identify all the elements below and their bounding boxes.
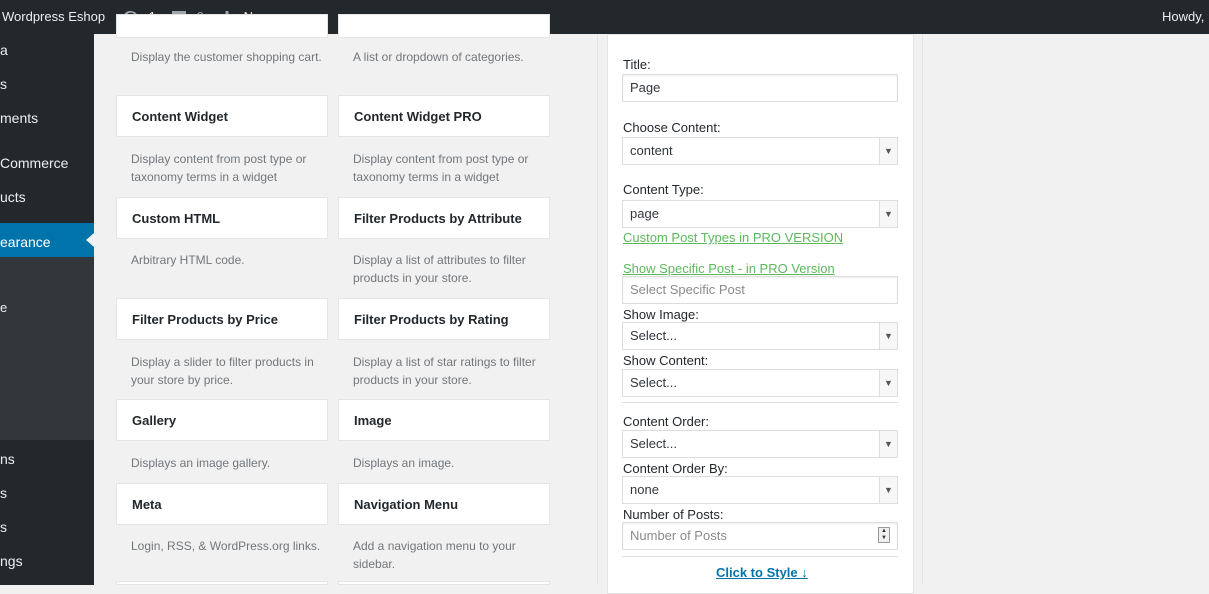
widget-description: Add a navigation menu to your sidebar. [353, 539, 516, 571]
specific-post-input[interactable]: Select Specific Post [622, 276, 898, 304]
chevron-down-icon: ▼ [879, 370, 897, 396]
submenu-background [0, 256, 94, 440]
sidebar-item-appearance[interactable]: earance [0, 233, 94, 251]
howdy-user[interactable]: Howdy, [1162, 0, 1204, 34]
sidebar-item-products[interactable]: ucts [0, 188, 94, 206]
show-image-select[interactable]: Select... ▼ [622, 322, 898, 350]
sidebar-item-pages[interactable]: s [0, 75, 94, 93]
widget-image[interactable]: Image [338, 399, 550, 441]
widget-description: Display a list of star ratings to filter… [353, 355, 536, 387]
panel-edge [922, 34, 923, 585]
spinner-up-icon[interactable]: ▲ [879, 528, 889, 535]
widget-description: Login, RSS, & WordPress.org links. [131, 539, 321, 553]
content-type-select[interactable]: page ▼ [622, 200, 898, 228]
widget-card-partial[interactable] [338, 581, 550, 585]
spinner-down-icon[interactable]: ▼ [879, 535, 889, 542]
choose-content-select[interactable]: content ▼ [622, 137, 898, 165]
widget-description: Display a slider to filter products in y… [131, 355, 314, 387]
site-name-link[interactable]: Wordpress Eshop [2, 0, 105, 34]
show-content-value: Select... [630, 375, 677, 390]
admin-sidebar: a s ments Commerce ucts earance e ns s s… [0, 34, 94, 585]
chevron-down-icon: ▼ [879, 201, 897, 227]
widget-meta[interactable]: Meta [116, 483, 328, 525]
chevron-down-icon: ▼ [879, 323, 897, 349]
content-order-select[interactable]: Select... ▼ [622, 430, 898, 458]
sidebar-item-media[interactable]: a [0, 41, 94, 59]
chevron-down-icon: ▼ [879, 431, 897, 457]
num-posts-label: Number of Posts: [623, 507, 724, 522]
widget-description: Display content from post type or taxono… [131, 152, 307, 184]
sidebar-item-comments[interactable]: ments [0, 109, 94, 127]
widget-description: Displays an image gallery. [131, 456, 271, 470]
widget-description: Display a list of attributes to filter p… [353, 253, 526, 285]
widget-card-partial[interactable] [338, 14, 550, 38]
widget-navigation-menu[interactable]: Navigation Menu [338, 483, 550, 525]
num-posts-input[interactable]: Number of Posts [622, 522, 898, 550]
chevron-down-icon: ▼ [879, 138, 897, 164]
pro-specific-post-link[interactable]: Show Specific Post - in PRO Version [623, 261, 835, 277]
number-spinner[interactable]: ▲ ▼ [878, 527, 890, 543]
widget-filter-price[interactable]: Filter Products by Price [116, 298, 328, 340]
choose-content-value: content [630, 143, 673, 158]
show-image-label: Show Image: [623, 307, 699, 322]
show-content-select[interactable]: Select... ▼ [622, 369, 898, 397]
content-order-by-select[interactable]: none ▼ [622, 476, 898, 504]
content-order-label: Content Order: [623, 414, 709, 429]
title-label: Title: [623, 57, 651, 72]
widget-custom-html[interactable]: Custom HTML [116, 197, 328, 239]
widget-filter-rating[interactable]: Filter Products by Rating [338, 298, 550, 340]
divider [622, 402, 898, 403]
content-type-value: page [630, 206, 659, 221]
chevron-down-icon: ▼ [879, 477, 897, 503]
widget-content-widget[interactable]: Content Widget [116, 95, 328, 137]
widget-description: A list or dropdown of categories. [353, 50, 524, 64]
widget-description: Display the customer shopping cart. [131, 50, 322, 64]
divider [622, 556, 898, 557]
pro-cpt-link[interactable]: Custom Post Types in PRO VERSION [623, 230, 843, 246]
sidebar-item-tools[interactable]: s [0, 518, 94, 536]
specific-post-placeholder: Select Specific Post [630, 282, 745, 297]
title-input[interactable]: Page [622, 74, 898, 102]
widget-card-partial[interactable] [116, 581, 328, 585]
sidebar-item-settings[interactable]: ngs [0, 552, 94, 570]
content-order-value: Select... [630, 436, 677, 451]
click-to-style-link[interactable]: Click to Style ↓ [716, 565, 808, 580]
num-posts-placeholder: Number of Posts [630, 528, 727, 543]
show-image-value: Select... [630, 328, 677, 343]
widget-description: Arbitrary HTML code. [131, 253, 245, 267]
sidebar-item-woocommerce[interactable]: Commerce [0, 154, 94, 172]
content-order-by-label: Content Order By: [623, 461, 728, 476]
widget-card-partial[interactable] [116, 14, 328, 38]
widget-description: Displays an image. [353, 456, 455, 470]
sidebar-item-users[interactable]: s [0, 484, 94, 502]
content-type-label: Content Type: [623, 182, 704, 197]
widget-content-widget-pro[interactable]: Content Widget PRO [338, 95, 550, 137]
widget-description: Display content from post type or taxono… [353, 152, 529, 184]
content-order-by-value: none [630, 482, 659, 497]
choose-content-label: Choose Content: [623, 120, 721, 135]
widget-filter-attribute[interactable]: Filter Products by Attribute [338, 197, 550, 239]
column-separator [597, 34, 598, 585]
sidebar-item-plugins[interactable]: ns [0, 450, 94, 468]
widget-gallery[interactable]: Gallery [116, 399, 328, 441]
sidebar-subitem[interactable]: e [0, 299, 94, 317]
show-content-label: Show Content: [623, 353, 709, 368]
